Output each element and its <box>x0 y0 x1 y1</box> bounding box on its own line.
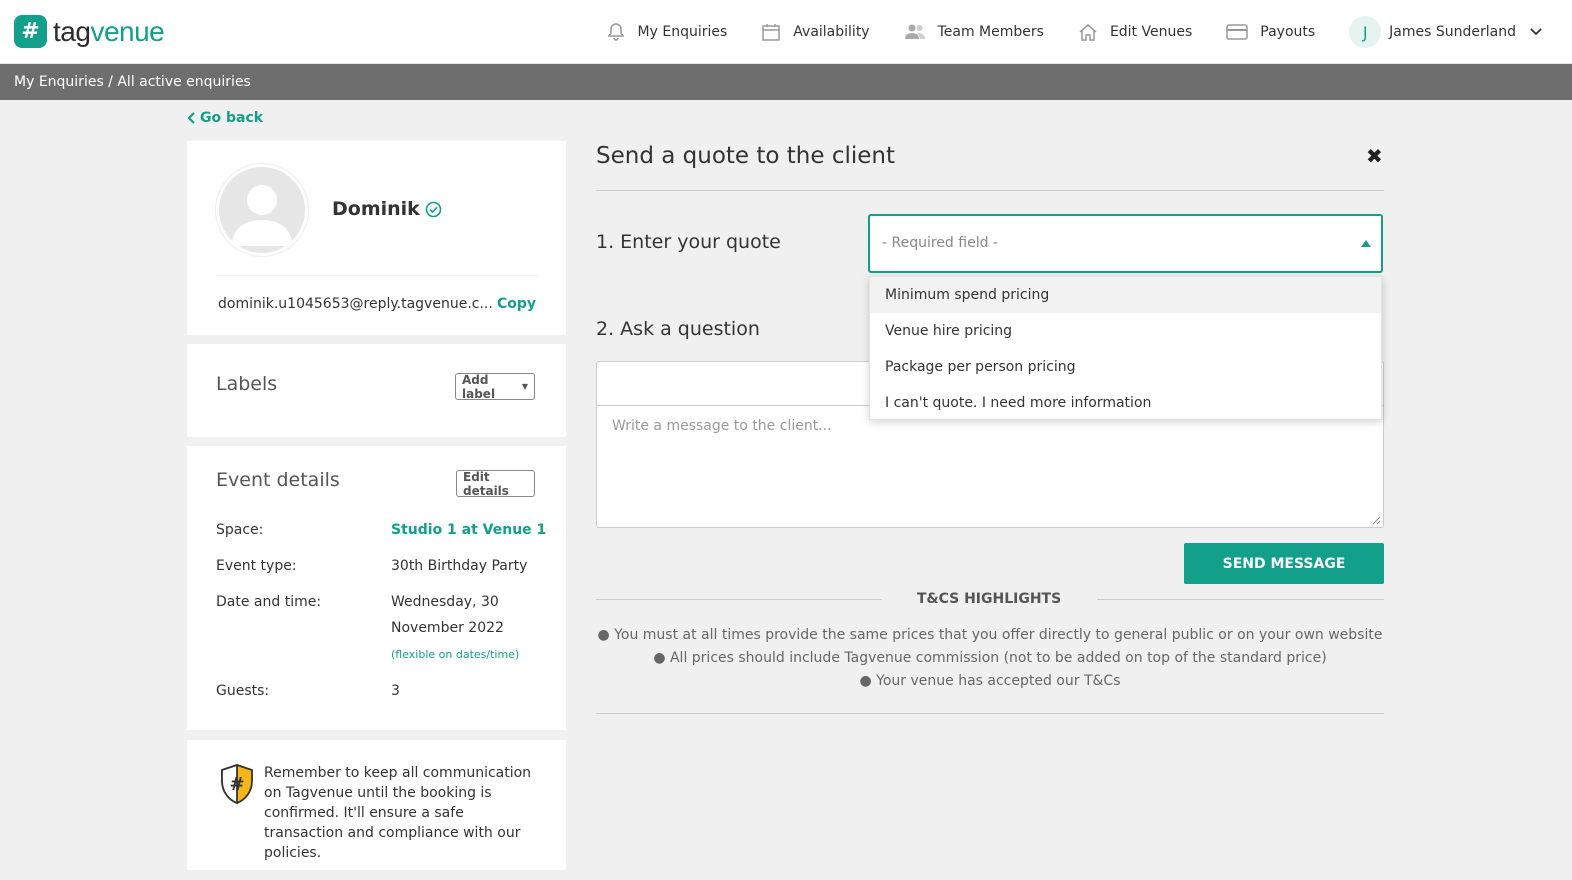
client-email: dominik.u1045653@reply.tagvenue.c... <box>218 296 493 312</box>
home-icon <box>1079 24 1097 41</box>
nav-item-payouts[interactable]: Payouts <box>1226 23 1315 41</box>
nav-item-availability[interactable]: Availability <box>761 22 870 42</box>
edit-details-button[interactable]: Edit details <box>456 470 535 498</box>
caret-up-icon <box>1361 240 1371 247</box>
svg-text:#: # <box>229 774 244 795</box>
tcs-item: ● Your venue has accepted our T&Cs <box>859 673 1121 689</box>
quote-type-select[interactable]: - Required field - <box>868 214 1383 273</box>
tcs-divider-left <box>596 599 882 600</box>
calendar-icon <box>762 24 781 41</box>
guests-value: 3 <box>391 683 400 699</box>
option-cant-quote[interactable]: I can't quote. I need more information <box>870 385 1381 421</box>
top-nav: # tagvenue My Enquiries Availability Tea… <box>0 0 1572 64</box>
resize-handle-icon[interactable] <box>1372 516 1381 525</box>
tcs-item: ● All prices should include Tagvenue com… <box>653 650 1327 666</box>
logo-mark: # <box>14 15 47 48</box>
guests-label: Guests: <box>216 683 270 699</box>
chevron-left-icon <box>187 112 195 124</box>
send-message-button[interactable]: SEND MESSAGE <box>1184 543 1384 584</box>
quote-title: Send a quote to the client <box>596 143 895 169</box>
space-label: Space: <box>216 522 264 538</box>
step-2-label: 2. Ask a question <box>596 318 760 340</box>
nav-item-label: Team Members <box>937 24 1044 40</box>
footer-divider <box>596 713 1384 714</box>
option-minimum-spend[interactable]: Minimum spend pricing <box>870 277 1381 313</box>
option-package-per-person[interactable]: Package per person pricing <box>870 349 1381 385</box>
quote-type-placeholder: - Required field - <box>882 235 998 251</box>
user-avatar: J <box>1349 16 1382 48</box>
breadcrumb[interactable]: My Enquiries / All active enquiries <box>0 64 1572 100</box>
header-divider <box>596 190 1384 191</box>
nav-item-label: Availability <box>793 24 870 40</box>
close-icon[interactable]: ✖ <box>1366 144 1383 168</box>
divider <box>216 275 537 276</box>
tcs-title: T&CS HIGHLIGHTS <box>916 591 1062 607</box>
client-avatar <box>216 164 308 256</box>
shield-icon: # <box>221 763 253 805</box>
logo-text-part1: tag <box>53 15 91 47</box>
date-line-1: Wednesday, 30 <box>391 594 499 610</box>
option-venue-hire[interactable]: Venue hire pricing <box>870 313 1381 349</box>
add-label-text: Add label <box>462 372 496 401</box>
logo[interactable]: # tagvenue <box>14 15 165 48</box>
nav-item-my-enquiries[interactable]: My Enquiries <box>606 22 728 42</box>
go-back-label: Go back <box>200 110 264 126</box>
step-1-label: 1. Enter your quote <box>596 231 781 253</box>
client-name-text: Dominik <box>332 198 420 220</box>
nav-item-label: Edit Venues <box>1109 24 1193 40</box>
bell-icon <box>607 23 624 41</box>
user-silhouette-icon <box>232 185 292 246</box>
add-label-button[interactable]: Add label ▼ <box>455 372 535 401</box>
date-line-2: November 2022 <box>391 620 504 636</box>
logo-text-part2: venue <box>90 15 165 47</box>
space-link[interactable]: Studio 1 at Venue 1 <box>391 522 546 538</box>
logo-text: tagvenue <box>53 15 165 48</box>
tcs-divider-right <box>1097 599 1384 600</box>
date-time-label: Date and time: <box>216 594 322 610</box>
flexible-dates-note: (flexible on dates/time) <box>391 648 520 661</box>
client-profile-panel: Dominik dominik.u1045653@reply.tagvenue.… <box>187 141 566 335</box>
event-details-title: Event details <box>216 469 340 491</box>
message-input[interactable]: Write a message to the client... <box>612 418 832 434</box>
chevron-down-icon <box>1530 28 1542 36</box>
nav-item-edit-venues[interactable]: Edit Venues <box>1078 22 1192 42</box>
user-name: James Sunderland <box>1389 24 1516 40</box>
nav-item-team-members[interactable]: Team Members <box>904 22 1044 42</box>
labels-title: Labels <box>216 373 278 395</box>
nav-item-label: My Enquiries <box>637 24 728 40</box>
caret-down-icon: ▼ <box>521 382 528 391</box>
verified-check-icon <box>425 201 442 217</box>
safety-notice-text: Remember to keep all communication on Ta… <box>264 765 532 861</box>
credit-card-icon <box>1226 24 1249 40</box>
tcs-item: ● You must at all times provide the same… <box>597 627 1383 643</box>
event-details-panel: Event details Edit details Space: Studio… <box>187 446 566 730</box>
event-type-label: Event type: <box>216 558 297 574</box>
nav-item-label: Payouts <box>1260 24 1316 40</box>
copy-email-button[interactable]: Copy <box>497 296 536 312</box>
quote-type-dropdown: Minimum spend pricing Venue hire pricing… <box>869 276 1382 420</box>
event-type-value: 30th Birthday Party <box>391 558 528 574</box>
client-name: Dominik <box>332 198 442 220</box>
user-menu[interactable]: J James Sunderland <box>1349 16 1554 48</box>
users-icon <box>904 24 925 39</box>
nav-items: My Enquiries Availability Team Members E… <box>572 0 1554 64</box>
labels-panel: Labels Add label ▼ <box>187 344 566 437</box>
safety-notice-panel: # Remember to keep all communication on … <box>187 740 566 870</box>
go-back-link[interactable]: Go back <box>187 110 263 126</box>
